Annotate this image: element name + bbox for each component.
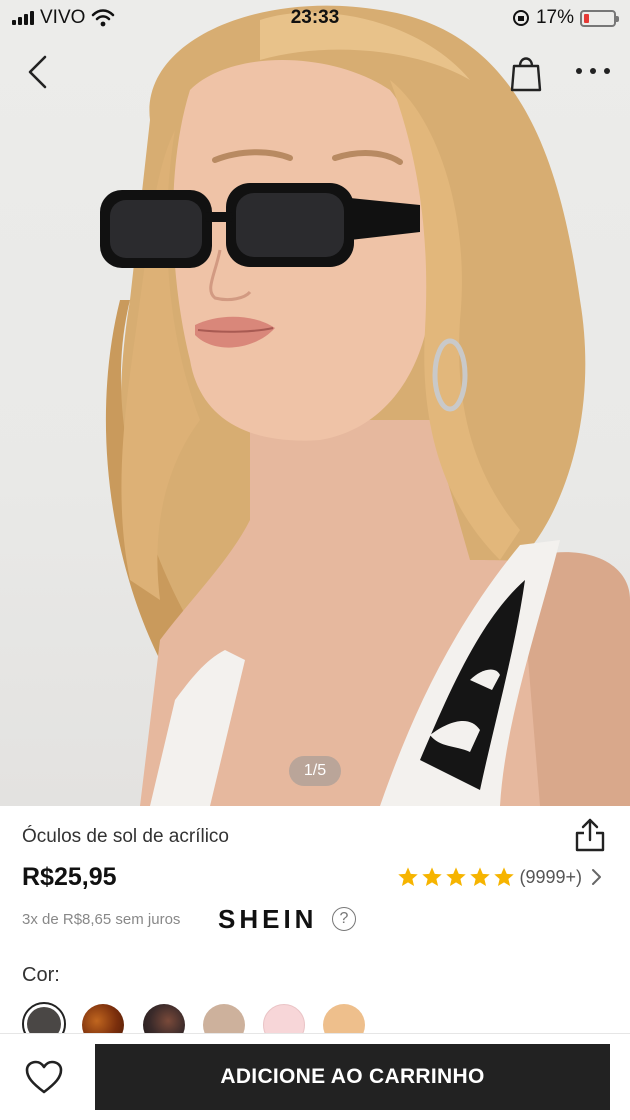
- share-icon[interactable]: [572, 816, 608, 854]
- status-right: 17%: [512, 7, 619, 29]
- star-icon: [494, 867, 515, 886]
- star-icon: [470, 867, 491, 886]
- installments-text: 3x de R$8,65 sem juros: [22, 911, 181, 928]
- star-icon: [422, 867, 443, 886]
- rotation-lock-icon: [512, 10, 529, 26]
- battery-icon: [580, 9, 619, 27]
- color-swatch[interactable]: [143, 1004, 185, 1036]
- bottom-action-bar: ADICIONE AO CARRINHO: [0, 1033, 630, 1120]
- brand-logo: SHEIN: [218, 904, 318, 934]
- battery-percent: 17%: [535, 7, 574, 28]
- help-icon[interactable]: ?: [332, 907, 356, 931]
- product-photo: [100, 5, 630, 806]
- product-title: Óculos de sol de acrílico: [22, 826, 229, 847]
- color-swatch[interactable]: [323, 1004, 365, 1036]
- rating-count: (9999+): [519, 866, 582, 887]
- color-swatch[interactable]: [82, 1004, 124, 1036]
- star-icon: [446, 867, 467, 886]
- rating-summary[interactable]: (9999+): [397, 866, 604, 888]
- star-icon: [398, 867, 419, 886]
- color-swatch[interactable]: [203, 1004, 245, 1036]
- color-swatch-selected[interactable]: [22, 1002, 66, 1036]
- color-swatch[interactable]: [263, 1004, 305, 1036]
- color-label: Cor:: [22, 964, 60, 986]
- gallery-pager: 1/5: [289, 756, 341, 786]
- status-bar: VIVO 23:33 17%: [0, 0, 630, 36]
- add-to-cart-button[interactable]: ADICIONE AO CARRINHO: [95, 1044, 610, 1110]
- heart-icon[interactable]: [24, 1059, 64, 1095]
- back-button[interactable]: [18, 50, 58, 94]
- color-swatches: [22, 1002, 422, 1036]
- more-dots-icon[interactable]: [570, 56, 616, 86]
- product-image-gallery[interactable]: VIVO 23:33 17% 1/5: [0, 0, 630, 806]
- shopping-bag-icon[interactable]: [506, 50, 546, 94]
- product-price: R$25,95: [22, 863, 117, 891]
- chevron-right-icon: [592, 869, 601, 885]
